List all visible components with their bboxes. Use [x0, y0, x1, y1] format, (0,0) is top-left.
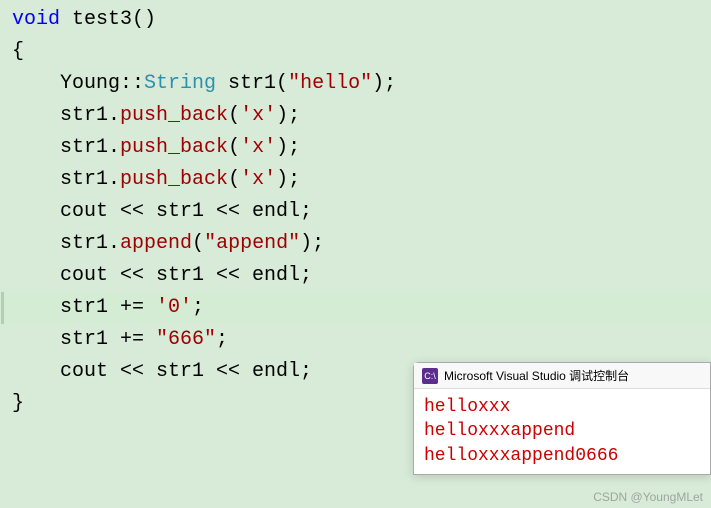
code-line: str1.push_back('x');	[8, 132, 711, 164]
char-literal: 'x'	[240, 104, 276, 127]
code-editor[interactable]: void test3() { Young::String str1("hello…	[0, 0, 711, 424]
char-literal: '0'	[156, 296, 192, 319]
function-name: test3()	[60, 8, 156, 31]
string-literal: "hello"	[288, 72, 372, 95]
method-push-back: push_back	[120, 168, 228, 191]
code-line: cout << str1 << endl;	[8, 260, 711, 292]
namespace: Young::	[60, 72, 144, 95]
method-push-back: push_back	[120, 104, 228, 127]
code-line: str1.push_back('x');	[8, 164, 711, 196]
string-literal: "append"	[204, 232, 300, 255]
code-line: {	[8, 36, 711, 68]
console-output-line: helloxxx	[424, 395, 700, 419]
code-line: str1.append("append");	[8, 228, 711, 260]
console-output-line: helloxxxappend0666	[424, 444, 700, 468]
debug-console-window[interactable]: C:\ Microsoft Visual Studio 调试控制台 hellox…	[413, 362, 711, 475]
watermark: CSDN @YoungMLet	[593, 490, 703, 504]
code-line: str1 += "666";	[8, 324, 711, 356]
char-literal: 'x'	[240, 136, 276, 159]
code-line: Young::String str1("hello");	[8, 68, 711, 100]
method-append: append	[120, 232, 192, 255]
console-title-text: Microsoft Visual Studio 调试控制台	[444, 367, 629, 384]
console-titlebar[interactable]: C:\ Microsoft Visual Studio 调试控制台	[414, 363, 710, 389]
code-line: cout << str1 << endl;	[8, 196, 711, 228]
code-line-highlighted: str1 += '0';	[1, 292, 711, 324]
type-string: String	[144, 72, 216, 95]
console-output-line: helloxxxappend	[424, 419, 700, 443]
keyword-void: void	[12, 8, 60, 31]
string-literal: "666"	[156, 328, 216, 351]
method-push-back: push_back	[120, 136, 228, 159]
char-literal: 'x'	[240, 168, 276, 191]
visual-studio-icon: C:\	[422, 368, 438, 384]
code-line: void test3()	[8, 4, 711, 36]
code-line: str1.push_back('x');	[8, 100, 711, 132]
console-output: helloxxx helloxxxappend helloxxxappend06…	[414, 389, 710, 474]
